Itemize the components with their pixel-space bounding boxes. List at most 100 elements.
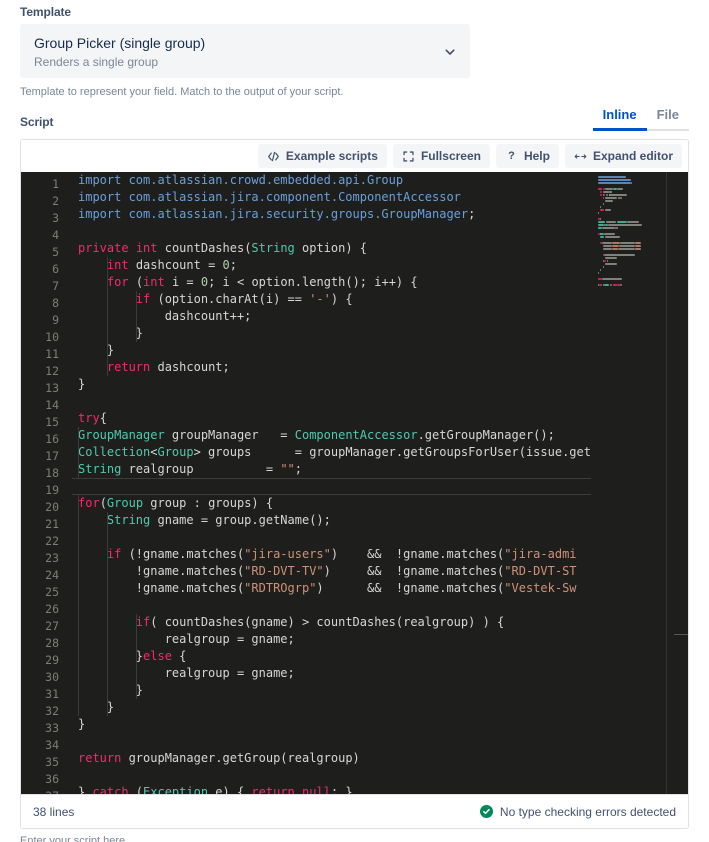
code-token: catch	[92, 785, 129, 794]
code-line[interactable]	[67, 223, 591, 240]
scrollbar-tick	[674, 634, 688, 635]
tab-inline[interactable]: Inline	[592, 103, 647, 131]
minimap-line	[602, 248, 613, 250]
code-line[interactable]: private int countDashes(String option) {	[67, 240, 591, 257]
minimap-line	[598, 176, 626, 178]
example-scripts-button[interactable]: Example scripts	[257, 144, 387, 168]
code-line[interactable]: int dashcount = 0;	[67, 257, 591, 274]
code-editor-surface[interactable]: 1 2 3 4 5 6 7 8 9 10 11 12 13 14 15 16 17 18 19 20 21 22 23 24 2…	[21, 172, 688, 794]
template-select[interactable]: Group Picker (single group) Renders a si…	[20, 24, 470, 78]
code-token: }	[78, 377, 86, 391]
minimap-line	[634, 245, 641, 247]
chevron-down-icon[interactable]	[444, 46, 456, 58]
script-editor: Example scripts Fullscreen ? Help Expand…	[20, 139, 689, 829]
line-number: 3	[52, 211, 59, 225]
code-line[interactable]	[67, 767, 591, 784]
code-token: }	[78, 326, 144, 340]
code-line[interactable]: !gname.matches("RD-DVT-TV") && !gname.ma…	[67, 563, 591, 580]
code-line[interactable]: for(Group group : groups) {	[67, 495, 591, 512]
code-line[interactable]: }	[67, 376, 591, 393]
script-field-config-page: Template Group Picker (single group) Ren…	[0, 0, 709, 842]
code-content[interactable]: import com.atlassian.crowd.embedded.api.…	[67, 172, 591, 794]
line-number: 21	[45, 517, 59, 531]
line-number: 29	[45, 653, 59, 667]
code-line[interactable]: import com.atlassian.jira.component.Comp…	[67, 189, 591, 206]
editor-minimap[interactable]	[594, 172, 666, 794]
code-line[interactable]: realgroup = gname;	[67, 665, 591, 682]
code-token: (	[99, 496, 107, 510]
code-line[interactable]: }	[67, 325, 591, 342]
code-token: 0	[222, 258, 230, 272]
help-button[interactable]: ? Help	[495, 144, 559, 168]
minimap-line	[619, 197, 622, 199]
minimap-line	[609, 284, 613, 286]
code-token: (	[128, 275, 144, 289]
code-token: import com.atlassian.jira.component.Comp…	[78, 190, 461, 204]
code-line[interactable]: if (option.charAt(i) == '-') {	[67, 291, 591, 308]
code-line[interactable]: if (!gname.matches("jira-users") && !gna…	[67, 546, 591, 563]
code-line[interactable]: } catch (Exception e) { return null; }	[67, 784, 591, 794]
code-token: ;	[294, 462, 302, 476]
line-number: 16	[45, 432, 59, 446]
code-line[interactable]: }	[67, 342, 591, 359]
code-line[interactable]: import com.atlassian.crowd.embedded.api.…	[67, 172, 591, 189]
minimap-line	[605, 188, 613, 190]
line-count-label: 38 lines	[33, 804, 75, 819]
minimap-line	[634, 242, 641, 244]
code-token: ; i < option.length(); i++) {	[208, 275, 418, 289]
code-line[interactable]: import com.atlassian.jira.security.group…	[67, 206, 591, 223]
minimap-line	[605, 257, 617, 259]
code-line[interactable]: if( countDashes(gname) > countDashes(rea…	[67, 614, 591, 631]
line-number: 12	[45, 364, 59, 378]
code-token: "jira-users"	[244, 547, 331, 561]
line-number: 7	[52, 279, 59, 293]
code-line[interactable]: GroupManager groupManager = ComponentAcc…	[67, 427, 591, 444]
script-bottom-hint: Enter your script here	[20, 835, 126, 842]
minimap-line	[617, 188, 623, 190]
expand-editor-button[interactable]: Expand editor	[564, 144, 682, 168]
line-number: 23	[45, 551, 59, 565]
script-label: Script	[20, 115, 54, 129]
minimap-line	[602, 266, 604, 268]
minimap-line	[604, 254, 635, 256]
code-token: else	[143, 649, 172, 663]
code-token: countDashes(	[157, 241, 252, 255]
code-line[interactable]	[67, 597, 591, 614]
code-line[interactable]: !gname.matches("RDTROgrp") && !gname.mat…	[67, 580, 591, 597]
code-line[interactable]	[72, 478, 591, 495]
code-line[interactable]: }	[67, 682, 591, 699]
code-line[interactable]: }	[67, 716, 591, 733]
editor-vertical-scrollbar[interactable]	[674, 172, 688, 794]
code-token: gname = group.getName();	[150, 513, 331, 527]
code-line[interactable]: }else {	[67, 648, 591, 665]
code-token: e) {	[208, 785, 252, 794]
template-select-description: Renders a single group	[34, 55, 159, 69]
fullscreen-button[interactable]: Fullscreen	[392, 144, 490, 168]
code-token: (	[128, 785, 144, 794]
code-line[interactable]: String gname = group.getName();	[67, 512, 591, 529]
minimap-line	[600, 233, 604, 235]
code-token: return	[251, 785, 295, 794]
code-line[interactable]: return groupManager.getGroup(realgroup)	[67, 750, 591, 767]
minimap-line	[616, 227, 618, 229]
tab-file[interactable]: File	[646, 103, 689, 131]
indent-guide	[78, 427, 79, 478]
code-line[interactable]: }	[67, 699, 591, 716]
editor-toolbar: Example scripts Fullscreen ? Help Expand…	[21, 140, 688, 172]
code-line[interactable]: Collection<Group> groups = groupManager.…	[67, 444, 591, 461]
code-token: {	[171, 649, 187, 663]
fullscreen-label: Fullscreen	[420, 149, 481, 163]
code-line[interactable]: return dashcount;	[67, 359, 591, 376]
minimap-line	[598, 272, 599, 274]
code-line[interactable]: dashcount++;	[67, 308, 591, 325]
code-line[interactable]: try{	[67, 410, 591, 427]
code-line[interactable]	[67, 393, 591, 410]
code-line[interactable]: String realgroup = "";	[67, 461, 591, 478]
minimap-line	[599, 284, 603, 286]
code-line[interactable]	[67, 529, 591, 546]
code-line[interactable]: for (int i = 0; i < option.length(); i++…	[67, 274, 591, 291]
code-line[interactable]	[67, 733, 591, 750]
code-line[interactable]: realgroup = gname;	[67, 631, 591, 648]
code-token: !gname.matches(	[78, 581, 245, 595]
